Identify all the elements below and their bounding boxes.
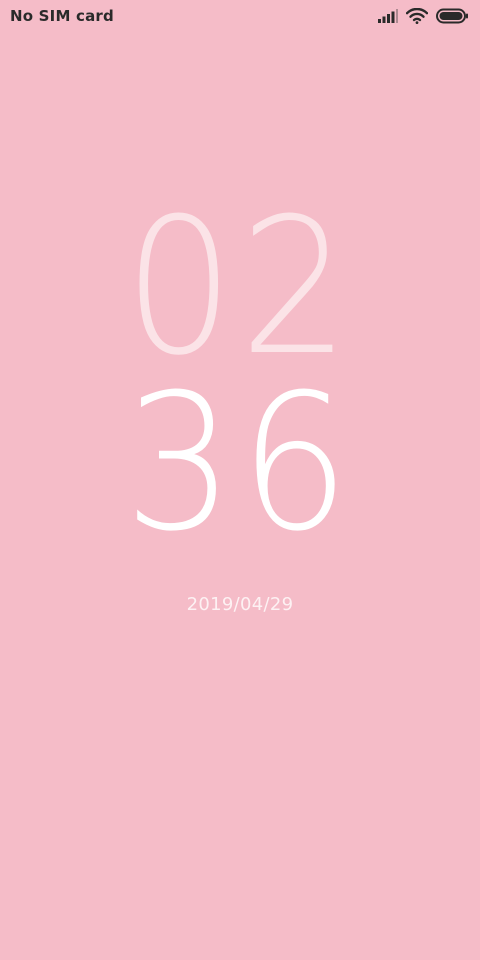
clock-hours-digits: 02 (124, 178, 356, 397)
lock-date: 2019/04/29 (186, 594, 294, 615)
status-icons (378, 8, 468, 24)
clock-hours: 02 (0, 178, 480, 397)
status-bar: No SIM card (0, 0, 480, 36)
wifi-icon (406, 8, 428, 24)
clock-minutes-digits: 36 (124, 354, 356, 573)
signal-icon (378, 9, 398, 23)
lock-clock: 02 36 (0, 178, 480, 573)
carrier-label: No SIM card (10, 7, 114, 25)
lock-screen: No SIM card 02 36 2019/04/29 (0, 0, 480, 960)
battery-icon (436, 8, 468, 24)
clock-minutes: 36 (0, 354, 480, 573)
